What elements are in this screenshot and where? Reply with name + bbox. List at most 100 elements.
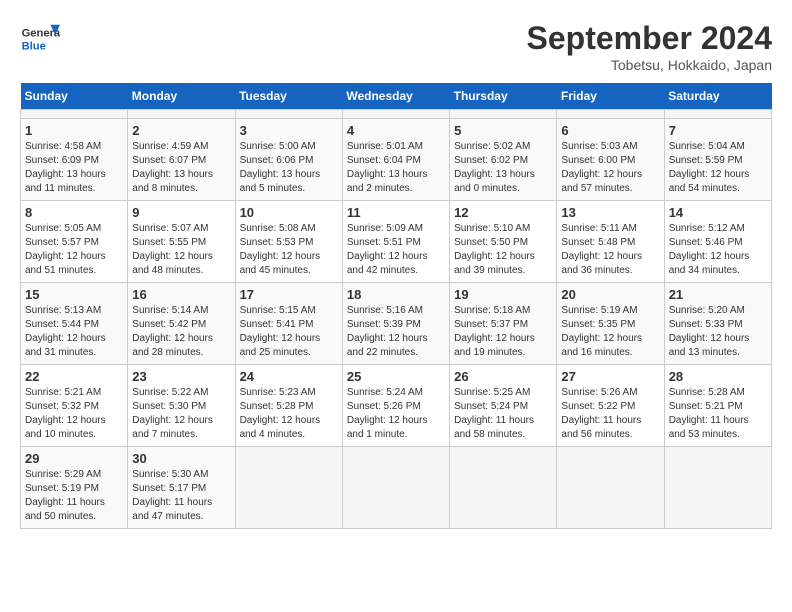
- location-subtitle: Tobetsu, Hokkaido, Japan: [527, 57, 772, 73]
- day-info: Sunrise: 4:59 AM Sunset: 6:07 PM Dayligh…: [132, 140, 230, 196]
- calendar-cell: 27 Sunrise: 5:26 AM Sunset: 5:22 PM Dayli…: [557, 365, 664, 447]
- day-info: Sunrise: 5:18 AM Sunset: 5:37 PM Dayligh…: [454, 304, 552, 360]
- calendar-week-row: 22 Sunrise: 5:21 AM Sunset: 5:32 PM Dayli…: [21, 365, 772, 447]
- day-info: Sunrise: 5:04 AM Sunset: 5:59 PM Dayligh…: [669, 140, 767, 196]
- calendar-cell: 23 Sunrise: 5:22 AM Sunset: 5:30 PM Dayli…: [128, 365, 235, 447]
- calendar-cell: 28 Sunrise: 5:28 AM Sunset: 5:21 PM Dayli…: [664, 365, 771, 447]
- day-number: 20: [561, 287, 659, 302]
- day-number: 11: [347, 205, 445, 220]
- calendar-table: SundayMondayTuesdayWednesdayThursdayFrid…: [20, 83, 772, 529]
- day-info: Sunrise: 5:16 AM Sunset: 5:39 PM Dayligh…: [347, 304, 445, 360]
- calendar-cell: 29Sunrise: 5:29 AM Sunset: 5:19 PM Dayli…: [21, 447, 128, 529]
- day-info: Sunrise: 5:19 AM Sunset: 5:35 PM Dayligh…: [561, 304, 659, 360]
- calendar-cell: 17Sunrise: 5:15 AM Sunset: 5:41 PM Dayli…: [235, 283, 342, 365]
- calendar-cell: [557, 110, 664, 119]
- day-number: 1: [25, 123, 123, 138]
- calendar-cell: [664, 447, 771, 529]
- calendar-cell: 18 Sunrise: 5:16 AM Sunset: 5:39 PM Dayli…: [342, 283, 449, 365]
- calendar-cell: [342, 447, 449, 529]
- day-number: 28: [669, 369, 767, 384]
- calendar-cell: 24Sunrise: 5:23 AM Sunset: 5:28 PM Dayli…: [235, 365, 342, 447]
- day-info: Sunrise: 5:24 AM Sunset: 5:26 PM Dayligh…: [347, 386, 445, 442]
- calendar-week-row: 8Sunrise: 5:05 AM Sunset: 5:57 PM Daylig…: [21, 201, 772, 283]
- calendar-cell: [664, 110, 771, 119]
- day-info: Sunrise: 5:13 AM Sunset: 5:44 PM Dayligh…: [25, 304, 123, 360]
- calendar-week-row: 1 Sunrise: 4:58 AM Sunset: 6:09 PM Daylig…: [21, 119, 772, 201]
- calendar-cell: 1 Sunrise: 4:58 AM Sunset: 6:09 PM Daylig…: [21, 119, 128, 201]
- day-number: 22: [25, 369, 123, 384]
- calendar-cell: 19 Sunrise: 5:18 AM Sunset: 5:37 PM Dayli…: [450, 283, 557, 365]
- calendar-header: SundayMondayTuesdayWednesdayThursdayFrid…: [21, 83, 772, 110]
- logo-icon: General Blue: [20, 20, 60, 55]
- day-info: Sunrise: 5:08 AM Sunset: 5:53 PM Dayligh…: [240, 222, 338, 278]
- day-number: 9: [132, 205, 230, 220]
- weekday-header-monday: Monday: [128, 83, 235, 110]
- calendar-cell: 9 Sunrise: 5:07 AM Sunset: 5:55 PM Daylig…: [128, 201, 235, 283]
- day-info: Sunrise: 5:30 AM Sunset: 5:17 PM Dayligh…: [132, 468, 230, 524]
- day-number: 21: [669, 287, 767, 302]
- logo: General Blue: [20, 20, 64, 55]
- calendar-cell: 30 Sunrise: 5:30 AM Sunset: 5:17 PM Dayli…: [128, 447, 235, 529]
- calendar-cell: 15Sunrise: 5:13 AM Sunset: 5:44 PM Dayli…: [21, 283, 128, 365]
- day-info: Sunrise: 5:03 AM Sunset: 6:00 PM Dayligh…: [561, 140, 659, 196]
- day-number: 23: [132, 369, 230, 384]
- day-number: 14: [669, 205, 767, 220]
- calendar-cell: 25 Sunrise: 5:24 AM Sunset: 5:26 PM Dayli…: [342, 365, 449, 447]
- day-info: Sunrise: 5:20 AM Sunset: 5:33 PM Dayligh…: [669, 304, 767, 360]
- weekday-header-friday: Friday: [557, 83, 664, 110]
- day-info: Sunrise: 5:29 AM Sunset: 5:19 PM Dayligh…: [25, 468, 123, 524]
- calendar-cell: 26 Sunrise: 5:25 AM Sunset: 5:24 PM Dayli…: [450, 365, 557, 447]
- month-title: September 2024: [527, 20, 772, 57]
- day-number: 8: [25, 205, 123, 220]
- day-info: Sunrise: 5:26 AM Sunset: 5:22 PM Dayligh…: [561, 386, 659, 442]
- day-number: 27: [561, 369, 659, 384]
- day-info: Sunrise: 5:22 AM Sunset: 5:30 PM Dayligh…: [132, 386, 230, 442]
- day-number: 7: [669, 123, 767, 138]
- weekday-header-tuesday: Tuesday: [235, 83, 342, 110]
- calendar-week-row: [21, 110, 772, 119]
- day-number: 19: [454, 287, 552, 302]
- day-number: 2: [132, 123, 230, 138]
- calendar-week-row: 29Sunrise: 5:29 AM Sunset: 5:19 PM Dayli…: [21, 447, 772, 529]
- calendar-cell: 5Sunrise: 5:02 AM Sunset: 6:02 PM Daylig…: [450, 119, 557, 201]
- day-info: Sunrise: 5:00 AM Sunset: 6:06 PM Dayligh…: [240, 140, 338, 196]
- calendar-cell: 16 Sunrise: 5:14 AM Sunset: 5:42 PM Dayli…: [128, 283, 235, 365]
- day-number: 10: [240, 205, 338, 220]
- page-header: General Blue September 2024 Tobetsu, Hok…: [20, 20, 772, 73]
- weekday-header-sunday: Sunday: [21, 83, 128, 110]
- calendar-cell: 11Sunrise: 5:09 AM Sunset: 5:51 PM Dayli…: [342, 201, 449, 283]
- day-info: Sunrise: 5:14 AM Sunset: 5:42 PM Dayligh…: [132, 304, 230, 360]
- day-info: Sunrise: 5:07 AM Sunset: 5:55 PM Dayligh…: [132, 222, 230, 278]
- calendar-cell: 20 Sunrise: 5:19 AM Sunset: 5:35 PM Dayli…: [557, 283, 664, 365]
- day-number: 18: [347, 287, 445, 302]
- calendar-cell: [21, 110, 128, 119]
- day-number: 30: [132, 451, 230, 466]
- svg-text:Blue: Blue: [22, 41, 46, 53]
- day-info: Sunrise: 5:01 AM Sunset: 6:04 PM Dayligh…: [347, 140, 445, 196]
- day-info: Sunrise: 5:21 AM Sunset: 5:32 PM Dayligh…: [25, 386, 123, 442]
- day-info: Sunrise: 5:15 AM Sunset: 5:41 PM Dayligh…: [240, 304, 338, 360]
- day-info: Sunrise: 5:25 AM Sunset: 5:24 PM Dayligh…: [454, 386, 552, 442]
- weekday-row: SundayMondayTuesdayWednesdayThursdayFrid…: [21, 83, 772, 110]
- calendar-cell: [128, 110, 235, 119]
- calendar-cell: 14 Sunrise: 5:12 AM Sunset: 5:46 PM Dayli…: [664, 201, 771, 283]
- weekday-header-thursday: Thursday: [450, 83, 557, 110]
- day-info: Sunrise: 5:12 AM Sunset: 5:46 PM Dayligh…: [669, 222, 767, 278]
- calendar-cell: [450, 110, 557, 119]
- day-info: Sunrise: 5:10 AM Sunset: 5:50 PM Dayligh…: [454, 222, 552, 278]
- calendar-cell: 13Sunrise: 5:11 AM Sunset: 5:48 PM Dayli…: [557, 201, 664, 283]
- day-number: 3: [240, 123, 338, 138]
- calendar-cell: [557, 447, 664, 529]
- day-number: 24: [240, 369, 338, 384]
- day-number: 25: [347, 369, 445, 384]
- calendar-cell: 10 Sunrise: 5:08 AM Sunset: 5:53 PM Dayli…: [235, 201, 342, 283]
- calendar-cell: [235, 447, 342, 529]
- calendar-cell: 21 Sunrise: 5:20 AM Sunset: 5:33 PM Dayli…: [664, 283, 771, 365]
- day-info: Sunrise: 5:28 AM Sunset: 5:21 PM Dayligh…: [669, 386, 767, 442]
- calendar-cell: 6Sunrise: 5:03 AM Sunset: 6:00 PM Daylig…: [557, 119, 664, 201]
- day-number: 16: [132, 287, 230, 302]
- day-info: Sunrise: 4:58 AM Sunset: 6:09 PM Dayligh…: [25, 140, 123, 196]
- calendar-cell: 2 Sunrise: 4:59 AM Sunset: 6:07 PM Daylig…: [128, 119, 235, 201]
- calendar-week-row: 15Sunrise: 5:13 AM Sunset: 5:44 PM Dayli…: [21, 283, 772, 365]
- day-number: 26: [454, 369, 552, 384]
